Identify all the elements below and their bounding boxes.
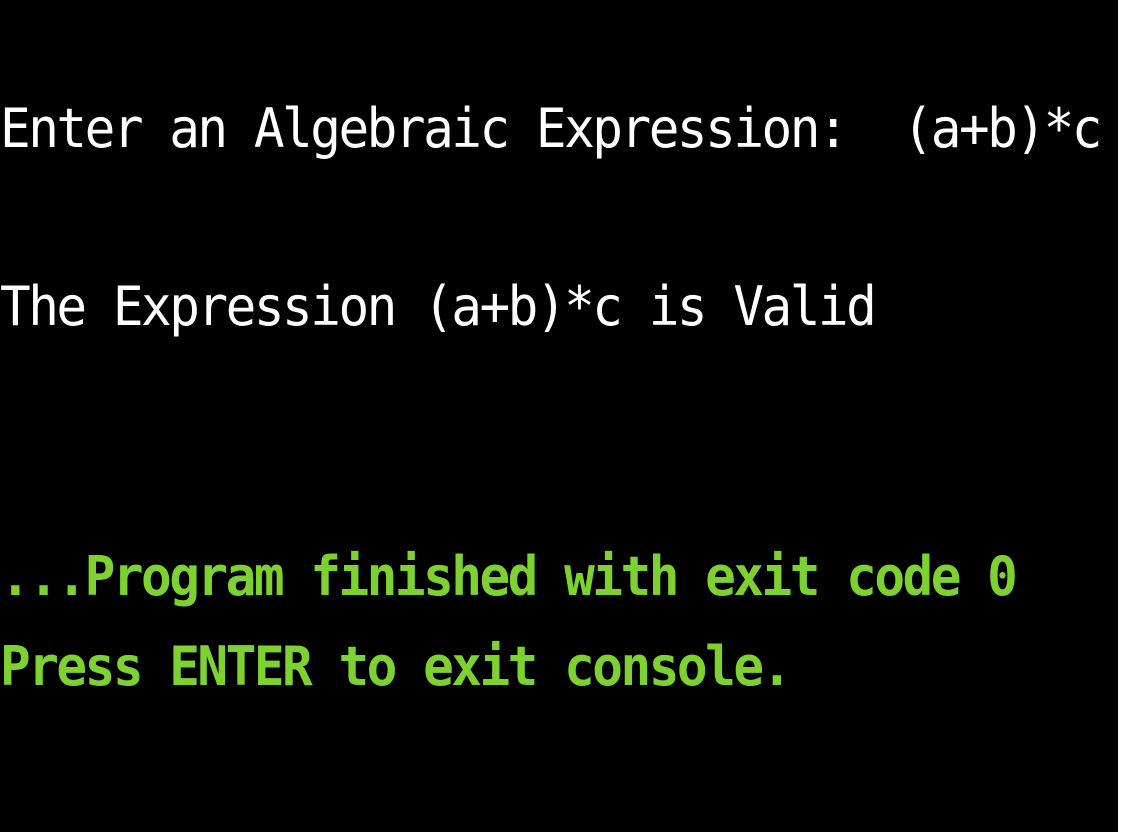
console-output-window[interactable]: Enter an Algebraic Expression: (a+b)*c T…	[0, 0, 1120, 834]
press-enter-message: Press ENTER to exit console.	[0, 636, 792, 699]
expression-prompt-label: Enter an Algebraic Expression:	[0, 98, 903, 161]
exit-code-message: ...Program finished with exit code 0	[0, 546, 1018, 609]
validation-result-line: The Expression (a+b)*c is Valid	[0, 276, 877, 339]
expression-prompt-line: Enter an Algebraic Expression: (a+b)*c	[0, 98, 1103, 162]
expression-input-value: (a+b)*c	[902, 98, 1103, 161]
